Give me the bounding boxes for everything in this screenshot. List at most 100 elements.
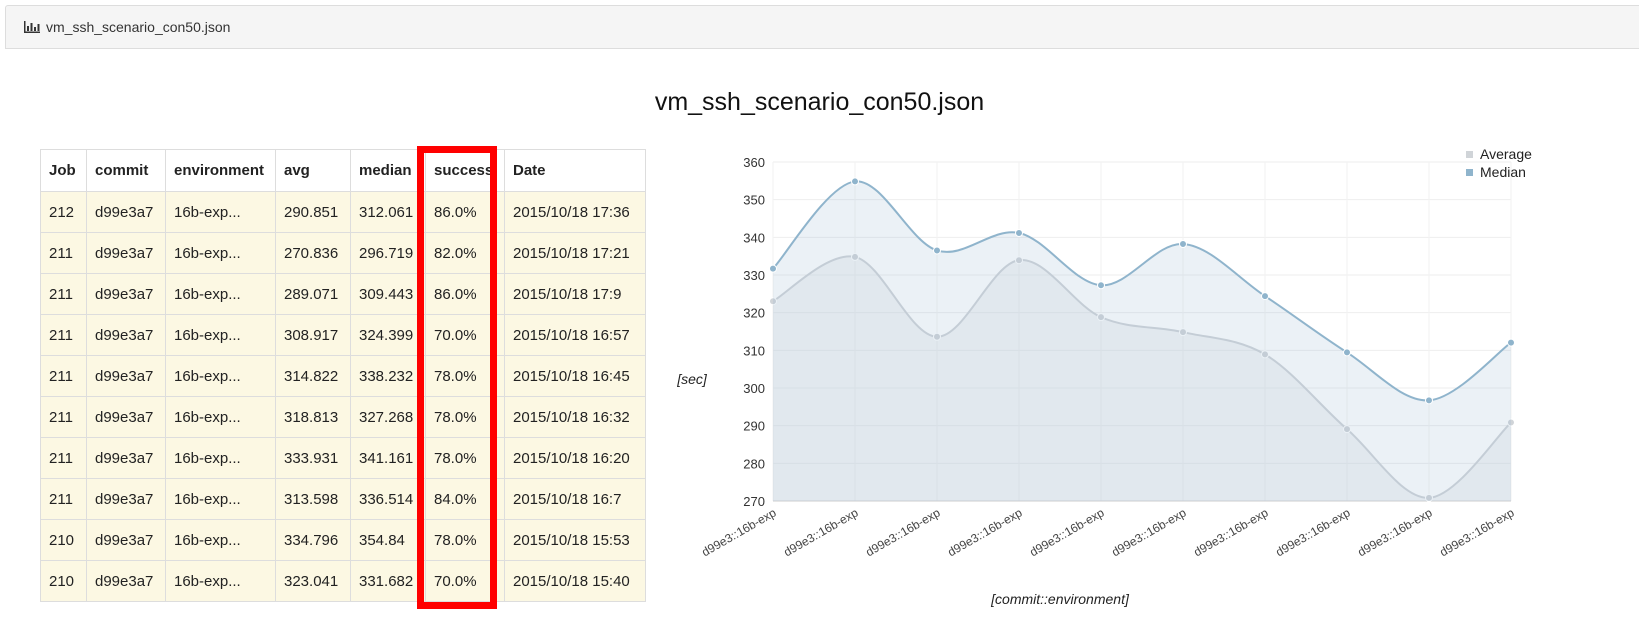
page-title: vm_ssh_scenario_con50.json — [654, 88, 985, 116]
table-row[interactable]: 211 d99e3a7 16b-exp... 270.836 296.719 82.0% 2… — [40, 232, 646, 274]
table-row[interactable]: 211 d99e3a7 16b-exp... 314.822 338.232 78.0% 2… — [40, 355, 646, 397]
cell-environment: 16b-exp... — [165, 560, 276, 602]
cell-job: 211 — [40, 478, 87, 520]
cell-avg: 333.931 — [275, 437, 351, 479]
cell-date: 2015/10/18 17:21 — [504, 232, 646, 274]
cell-commit: d99e3a7 — [86, 560, 166, 602]
x-tick-label: d99e3::16b-exp — [1191, 505, 1271, 559]
point-median — [769, 264, 777, 273]
y-tick-label: 360 — [743, 155, 765, 170]
column-header-median[interactable]: median — [350, 149, 426, 192]
table-row[interactable]: 211 d99e3a7 16b-exp... 313.598 336.514 84.0% 2… — [40, 478, 646, 520]
cell-median: 338.232 — [350, 355, 426, 397]
y-tick-label: 270 — [743, 494, 765, 509]
x-tick-label: d99e3::16b-exp — [781, 505, 861, 559]
column-header-commit[interactable]: commit — [86, 149, 166, 192]
cell-avg: 313.598 — [275, 478, 351, 520]
point-median — [933, 246, 941, 255]
cell-median: 296.719 — [350, 232, 426, 274]
x-tick-label: d99e3::16b-exp — [1109, 505, 1189, 559]
cell-median: 312.061 — [350, 191, 426, 233]
area-median — [773, 181, 1511, 501]
y-tick-label: 340 — [743, 230, 765, 245]
table-row[interactable]: 211 d99e3a7 16b-exp... 333.931 341.161 78.0% 2… — [40, 437, 646, 479]
cell-date: 2015/10/18 17:9 — [504, 273, 646, 315]
cell-avg: 289.071 — [275, 273, 351, 315]
x-tick-label: d99e3::16b-exp — [1027, 505, 1107, 559]
cell-environment: 16b-exp... — [165, 355, 276, 397]
cell-date: 2015/10/18 16:57 — [504, 314, 646, 356]
cell-success: 78.0% — [425, 355, 505, 397]
table-header-row: Job commit environment avg median success Date — [40, 149, 646, 192]
point-median — [1261, 292, 1269, 301]
legend-label-average: Average — [1480, 146, 1532, 162]
cell-job: 212 — [40, 191, 87, 233]
cell-success: 70.0% — [425, 314, 505, 356]
cell-commit: d99e3a7 — [86, 191, 166, 233]
column-header-success[interactable]: success — [425, 149, 505, 192]
cell-date: 2015/10/18 16:7 — [504, 478, 646, 520]
cell-job: 210 — [40, 560, 87, 602]
cell-commit: d99e3a7 — [86, 437, 166, 479]
cell-environment: 16b-exp... — [165, 478, 276, 520]
table-row[interactable]: 210 d99e3a7 16b-exp... 323.041 331.682 70.0% 2… — [40, 560, 646, 602]
cell-commit: d99e3a7 — [86, 232, 166, 274]
y-tick-label: 350 — [743, 193, 765, 208]
line-chart: 270 280 290 300 310 320 330 340 350 360d99e3::16b… — [676, 146, 1532, 607]
table-row[interactable]: 211 d99e3a7 16b-exp... 308.917 324.399 70.0% 2… — [40, 314, 646, 356]
legend-swatch-average — [1466, 151, 1473, 158]
y-tick-label: 290 — [743, 419, 765, 434]
panel-heading: vm_ssh_scenario_con50.json — [5, 5, 1639, 49]
point-median — [1507, 338, 1515, 347]
point-median — [1015, 228, 1023, 237]
cell-median: 324.399 — [350, 314, 426, 356]
y-tick-label: 310 — [743, 343, 765, 358]
x-tick-label: d99e3::16b-exp — [1273, 505, 1353, 559]
column-header-date[interactable]: Date — [504, 149, 646, 192]
cell-environment: 16b-exp... — [165, 437, 276, 479]
cell-environment: 16b-exp... — [165, 396, 276, 438]
cell-commit: d99e3a7 — [86, 396, 166, 438]
cell-job: 211 — [40, 232, 87, 274]
cell-success: 86.0% — [425, 191, 505, 233]
cell-median: 354.84 — [350, 519, 426, 561]
cell-success: 84.0% — [425, 478, 505, 520]
cell-avg: 314.822 — [275, 355, 351, 397]
column-header-job[interactable]: Job — [40, 149, 87, 192]
cell-median: 309.443 — [350, 273, 426, 315]
cell-date: 2015/10/18 15:53 — [504, 519, 646, 561]
cell-job: 210 — [40, 519, 87, 561]
point-median — [1179, 239, 1187, 248]
x-axis-label: [commit::environment] — [990, 591, 1130, 607]
table-row[interactable]: 210 d99e3a7 16b-exp... 334.796 354.84 78.0% 20… — [40, 519, 646, 561]
cell-environment: 16b-exp... — [165, 232, 276, 274]
cell-avg: 334.796 — [275, 519, 351, 561]
cell-avg: 270.836 — [275, 232, 351, 274]
cell-date: 2015/10/18 16:20 — [504, 437, 646, 479]
x-tick-label: d99e3::16b-exp — [863, 505, 943, 559]
table-row[interactable]: 211 d99e3a7 16b-exp... 289.071 309.443 86.0% 2… — [40, 273, 646, 315]
cell-job: 211 — [40, 355, 87, 397]
y-tick-label: 320 — [743, 306, 765, 321]
cell-date: 2015/10/18 16:45 — [504, 355, 646, 397]
point-median — [1343, 348, 1351, 357]
table-row[interactable]: 211 d99e3a7 16b-exp... 318.813 327.268 78.0% 2… — [40, 396, 646, 438]
cell-date: 2015/10/18 15:40 — [504, 560, 646, 602]
cell-success: 78.0% — [425, 437, 505, 479]
legend-label-median: Median — [1480, 164, 1526, 180]
cell-success: 82.0% — [425, 232, 505, 274]
column-header-environment[interactable]: environment — [165, 149, 276, 192]
cell-avg: 323.041 — [275, 560, 351, 602]
cell-commit: d99e3a7 — [86, 355, 166, 397]
cell-date: 2015/10/18 16:32 — [504, 396, 646, 438]
table-row[interactable]: 212 d99e3a7 16b-exp... 290.851 312.061 86.0% 2… — [40, 191, 646, 233]
y-tick-label: 280 — [743, 456, 765, 471]
y-tick-label: 300 — [743, 381, 765, 396]
legend-swatch-median — [1466, 169, 1473, 176]
cell-environment: 16b-exp... — [165, 314, 276, 356]
bar-chart-icon — [24, 21, 40, 33]
cell-commit: d99e3a7 — [86, 478, 166, 520]
point-median — [851, 177, 859, 186]
x-tick-label: d99e3::16b-exp — [945, 505, 1025, 559]
column-header-avg[interactable]: avg — [275, 149, 351, 192]
